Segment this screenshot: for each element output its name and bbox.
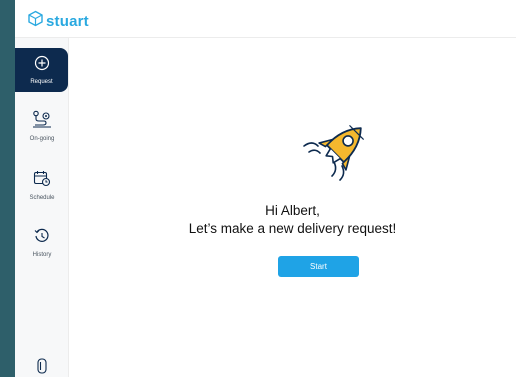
- history-clock-icon: [34, 228, 50, 249]
- phone-icon: [35, 357, 49, 377]
- greeting-message: Let’s make a new delivery request!: [188, 221, 397, 236]
- plus-circle-icon: [34, 55, 50, 76]
- stuart-logo[interactable]: stuart: [27, 10, 89, 32]
- sidebar-item-label: On-going: [29, 136, 55, 142]
- sidebar-item-ongoing[interactable]: On-going: [15, 104, 69, 148]
- sidebar-item-support[interactable]: [15, 353, 69, 377]
- greeting-name: Hi Albert,: [265, 203, 320, 218]
- logo-text: stuart: [46, 12, 89, 30]
- sidebar-item-history[interactable]: History: [15, 221, 69, 265]
- sidebar: Request On-going Schedule History: [15, 38, 69, 377]
- calendar-clock-icon: [33, 170, 51, 192]
- route-pin-icon: [32, 110, 52, 133]
- main-content: Hi Albert, Let’s make a new delivery req…: [69, 38, 516, 377]
- sidebar-item-label: History: [32, 252, 52, 258]
- top-bar: stuart: [15, 0, 516, 38]
- sidebar-item-label: Schedule: [29, 194, 55, 201]
- rocket-icon: [296, 116, 374, 193]
- app-window: stuart Request On-going Schedule History…: [15, 0, 516, 377]
- stuart-logo-icon: [27, 10, 44, 32]
- sidebar-item-schedule[interactable]: Schedule: [15, 163, 69, 207]
- start-button[interactable]: Start: [278, 256, 359, 277]
- sidebar-item-request[interactable]: Request: [15, 48, 68, 92]
- sidebar-item-label: Request: [30, 79, 53, 85]
